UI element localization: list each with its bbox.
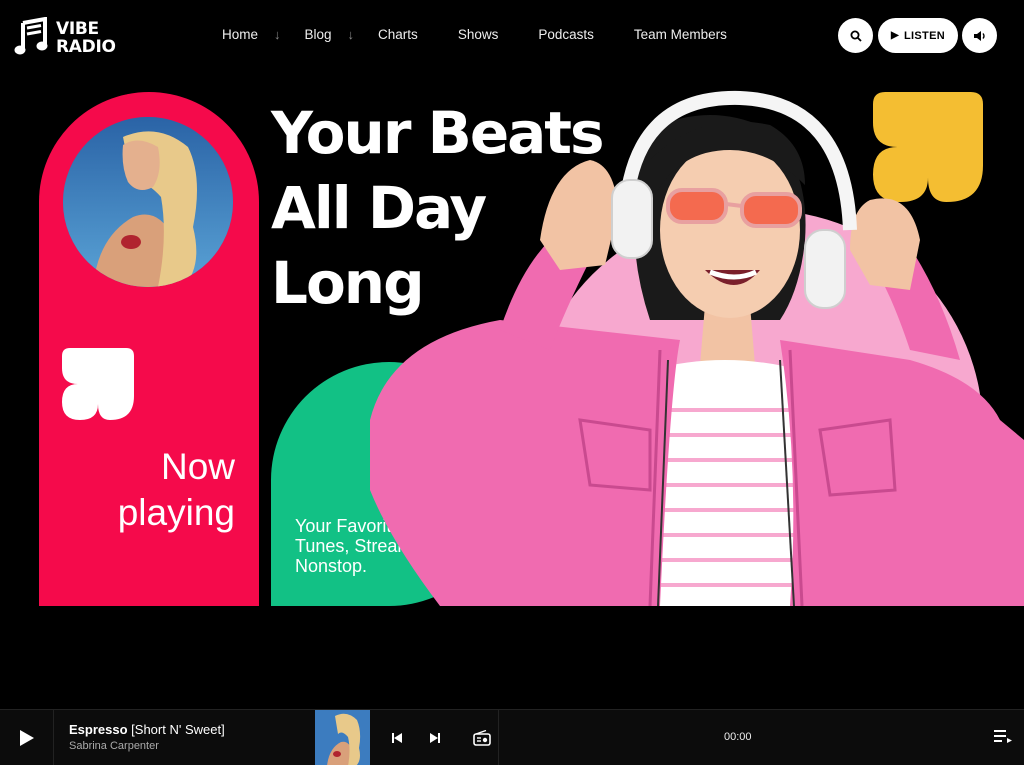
main-nav: Home ↓ Blog ↓ Charts Shows Podcasts Team… [222, 27, 767, 42]
now-playing-line-1: Now [160, 446, 235, 487]
hero-person-image [370, 90, 1024, 606]
nav-item-blog[interactable]: Blog [305, 27, 332, 42]
track-artwork [315, 710, 370, 765]
next-button[interactable] [425, 728, 445, 748]
logo[interactable]: VIBE RADIO [14, 16, 139, 60]
play-icon [19, 730, 34, 746]
search-icon [850, 30, 862, 42]
previous-icon [392, 733, 402, 743]
logo-line-2: RADIO [56, 37, 116, 57]
previous-button[interactable] [387, 728, 407, 748]
listen-button[interactable]: ▶ LISTEN [878, 18, 958, 53]
radio-button[interactable] [472, 728, 492, 748]
next-icon [430, 733, 440, 743]
site-header: VIBE RADIO Home ↓ Blog ↓ Charts Shows Po… [0, 0, 1024, 72]
logo-line-1: VIBE [56, 19, 99, 39]
arrow-down-icon[interactable]: ↓ [274, 27, 281, 42]
track-name: Espresso [69, 722, 128, 737]
artist-avatar [63, 117, 233, 287]
track-artist: Sabrina Carpenter [69, 740, 159, 752]
nav-item-shows[interactable]: Shows [458, 27, 499, 42]
now-playing-label: Now playing [60, 444, 235, 536]
nav-item-home[interactable]: Home [222, 27, 258, 42]
arrow-down-icon[interactable]: ↓ [348, 27, 355, 42]
player-bar: Espresso [Short N' Sweet] Sabrina Carpen… [0, 709, 1024, 765]
volume-icon [973, 30, 985, 41]
volume-button[interactable] [962, 18, 997, 53]
logo-text: VIBE RADIO [56, 20, 116, 56]
nav-item-team-members[interactable]: Team Members [634, 27, 727, 42]
player-play-button[interactable] [0, 710, 54, 765]
now-playing-line-2: playing [117, 492, 235, 533]
queue-icon [994, 730, 1012, 743]
nav-item-podcasts[interactable]: Podcasts [538, 27, 594, 42]
track-album: [Short N' Sweet] [131, 722, 225, 737]
radio-icon [473, 730, 491, 746]
track-title: Espresso [Short N' Sweet] [69, 722, 225, 737]
arrow-up-left-icon [62, 348, 134, 420]
player-divider [498, 710, 499, 765]
listen-label: LISTEN [904, 29, 945, 42]
nav-item-charts[interactable]: Charts [378, 27, 418, 42]
queue-button[interactable] [994, 728, 1014, 748]
play-icon: ▶ [891, 30, 900, 41]
search-button[interactable] [838, 18, 873, 53]
music-note-icon [14, 17, 48, 55]
playback-time: 00:00 [724, 731, 752, 743]
